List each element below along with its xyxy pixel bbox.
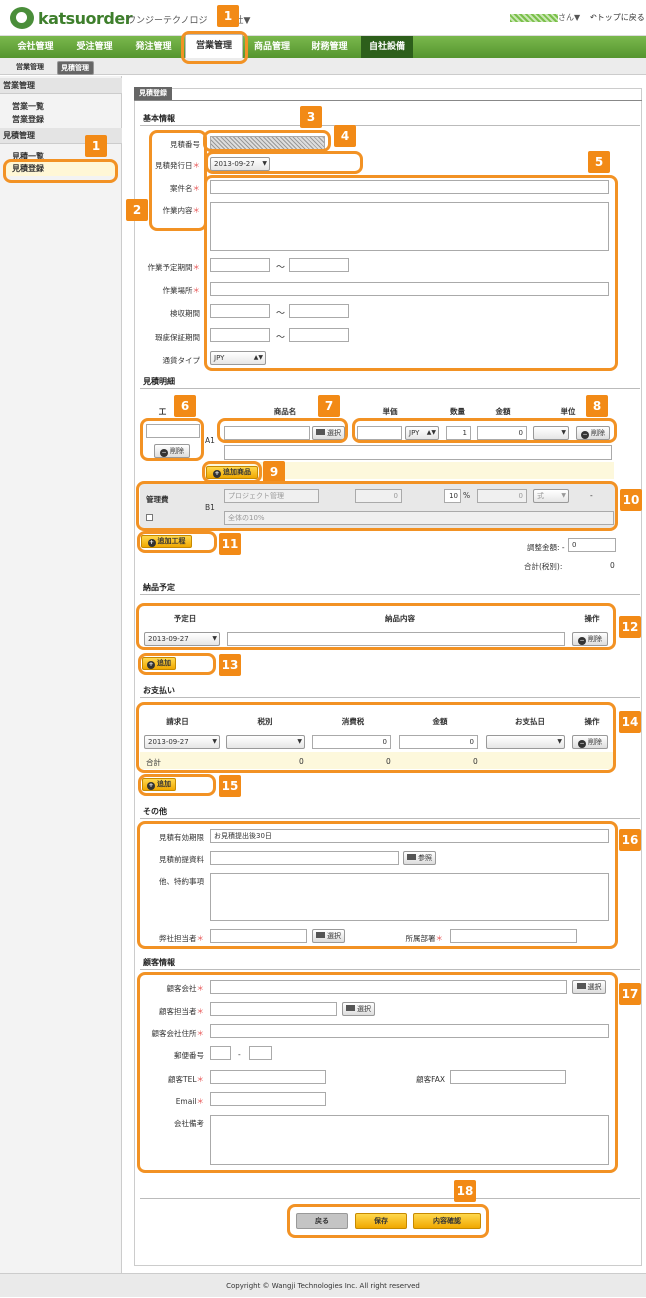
annotation-badge: 7 xyxy=(318,395,340,417)
annotation-badge: 5 xyxy=(588,151,610,173)
sidebar-item-sales-list[interactable]: 営業一覧 xyxy=(12,101,44,112)
annotation-box-11 xyxy=(137,531,217,553)
annotation-box-16 xyxy=(137,821,618,949)
header: katsuorder ワンジーテクノロジ 式会社▼ さん▼ ↶トップに戻る xyxy=(0,0,646,36)
divider xyxy=(140,125,640,126)
row-label-a1: A1 xyxy=(205,436,215,445)
tab-divider xyxy=(134,100,642,101)
label-warranty: 瑕疵保証期間 xyxy=(155,333,200,342)
annotation-badge: 18 xyxy=(454,1180,476,1202)
annotation-box-15 xyxy=(138,774,216,796)
annotation-box-2 xyxy=(149,130,207,231)
top-link[interactable]: ↶トップに戻る xyxy=(590,12,645,23)
annotation-badge: 8 xyxy=(586,395,608,417)
sidebar-head-sales: 営業管理 xyxy=(0,78,122,94)
logo-icon xyxy=(10,7,34,29)
annotation-badge: 15 xyxy=(219,775,241,797)
annotation-box-14 xyxy=(136,702,616,773)
subnav-sales[interactable]: 営業管理 xyxy=(12,61,48,73)
annotation-box-4 xyxy=(205,151,363,174)
nav-finance[interactable]: 財務管理 xyxy=(302,36,357,58)
user-name xyxy=(510,13,558,22)
user-menu[interactable]: さん▼ xyxy=(510,12,580,23)
annotation-badge: 1 xyxy=(217,5,239,27)
sub-nav: 営業管理 見積管理 xyxy=(0,58,646,75)
annotation-badge: 12 xyxy=(619,616,641,638)
annotation-badge: 13 xyxy=(219,654,241,676)
nav-company[interactable]: 会社管理 xyxy=(8,36,63,58)
nav-facilities[interactable]: 自社設備 xyxy=(361,36,413,58)
annotation-box-13 xyxy=(138,653,216,675)
divider xyxy=(140,697,640,698)
divider xyxy=(140,1198,640,1199)
section-payment: お支払い xyxy=(143,686,175,695)
footer: Copyright © Wangji Technologies Inc. All… xyxy=(0,1273,646,1297)
divider xyxy=(140,818,640,819)
annotation-box-5 xyxy=(204,175,618,371)
annotation-box-8 xyxy=(352,418,617,443)
label-inspection: 検収期間 xyxy=(170,309,200,318)
col-item-name: 商品名 xyxy=(273,407,297,416)
label-work-place: 作業場所＊ xyxy=(162,286,201,295)
annotation-badge: 1 xyxy=(85,135,107,157)
annotation-box-10 xyxy=(136,481,618,531)
divider xyxy=(140,388,640,389)
logo-text: katsuorder xyxy=(38,8,133,28)
section-basic-info: 基本情報 xyxy=(143,114,175,123)
col-unit-price: 単価 xyxy=(382,407,398,416)
annotation-badge: 14 xyxy=(619,711,641,733)
annotation-badge: 11 xyxy=(219,533,241,555)
back-arrow-icon: ↶ xyxy=(590,13,597,22)
annotation-badge: 4 xyxy=(334,125,356,147)
annotation-box-1-nav xyxy=(181,31,248,64)
logo[interactable]: katsuorder xyxy=(10,7,133,29)
annotation-badge: 6 xyxy=(174,395,196,417)
annotation-badge: 16 xyxy=(619,829,641,851)
item-note-textarea[interactable] xyxy=(224,445,612,460)
col-unit: 単位 xyxy=(560,407,576,416)
section-estimate-detail: 見積明細 xyxy=(143,377,175,386)
annotation-box-17 xyxy=(137,972,618,1173)
annotation-badge: 17 xyxy=(619,983,641,1005)
annotation-box-6 xyxy=(140,418,204,461)
divider xyxy=(140,969,640,970)
adjust-amount-input[interactable]: 0 xyxy=(568,538,616,552)
divider xyxy=(140,594,640,595)
annotation-badge: 9 xyxy=(263,461,285,483)
annotation-box-18 xyxy=(287,1204,489,1238)
sidebar: 営業管理 営業一覧 営業登録 見積管理 見積一覧 見積登録 xyxy=(0,76,122,1273)
annotation-box-9 xyxy=(202,461,262,483)
col-process: 工 xyxy=(158,407,167,416)
adjust-label: 調整金額: - xyxy=(527,543,565,552)
section-customer: 顧客情報 xyxy=(143,958,175,967)
annotation-badge: 3 xyxy=(300,106,322,128)
label-currency: 通貨タイプ xyxy=(162,356,201,365)
nav-products[interactable]: 商品管理 xyxy=(246,36,298,58)
label-work-period: 作業予定期間＊ xyxy=(147,263,201,272)
tab-estimate-register[interactable]: 見積登録 xyxy=(134,87,172,100)
section-other: その他 xyxy=(143,807,167,816)
total-label: 合計(税別): xyxy=(524,562,563,571)
sidebar-item-sales-register[interactable]: 営業登録 xyxy=(12,114,44,125)
nav-order-received[interactable]: 受注管理 xyxy=(67,36,122,58)
annotation-box-3 xyxy=(203,130,331,152)
annotation-box-1-sidebar xyxy=(3,159,118,183)
total-value: 0 xyxy=(610,561,615,570)
annotation-box-7 xyxy=(217,418,348,443)
nav-order-placed[interactable]: 発注管理 xyxy=(126,36,181,58)
annotation-badge: 10 xyxy=(620,489,642,511)
annotation-box-12 xyxy=(136,603,616,650)
subnav-estimates[interactable]: 見積管理 xyxy=(57,61,94,75)
global-nav: 会社管理 受注管理 発注管理 営業管理 商品管理 財務管理 自社設備 xyxy=(0,34,646,58)
col-quantity: 数量 xyxy=(450,407,465,416)
annotation-badge: 2 xyxy=(126,199,148,221)
col-amount: 金額 xyxy=(495,407,511,416)
section-delivery: 納品予定 xyxy=(143,583,175,592)
